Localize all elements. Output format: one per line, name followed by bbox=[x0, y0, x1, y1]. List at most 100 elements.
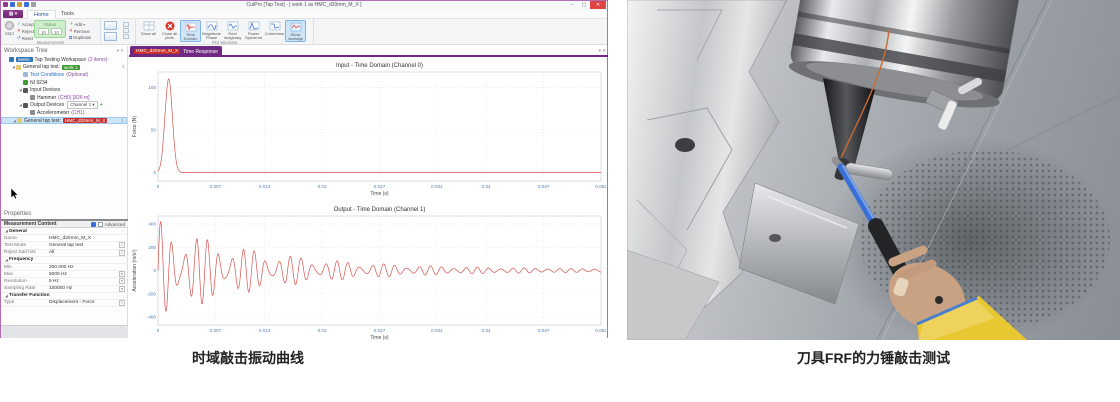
power-spectrum-button[interactable]: Power Spectrum bbox=[243, 20, 264, 42]
ribbon-tab-home[interactable]: Home bbox=[27, 10, 56, 19]
plot-button-label: Coherence bbox=[264, 32, 285, 36]
x-tick-label: 0.047 bbox=[538, 328, 550, 333]
property-value[interactable]: General tap test bbox=[49, 243, 119, 248]
layout-option-icon[interactable] bbox=[123, 34, 129, 39]
edit-button[interactable]: ▪ bbox=[119, 250, 125, 256]
dropdown-icon[interactable]: ▾ bbox=[119, 271, 125, 277]
property-section-transfer-function[interactable]: ◢Transfer Function bbox=[1, 293, 128, 300]
tree-item-badge: work 1 bbox=[62, 65, 80, 70]
tree-item-output-devices[interactable]: ◢Output DevicesChannel 1 ▾+ bbox=[1, 102, 127, 110]
property-section-frequency[interactable]: ◢Frequency bbox=[1, 257, 128, 264]
status-count-total[interactable]: 10 bbox=[51, 28, 62, 35]
show-all-button[interactable]: Show all bbox=[138, 20, 159, 42]
tree-item-label: Output Devices bbox=[30, 102, 64, 108]
property-row-reject-bad-hits: Reject bad hitsAll▪ bbox=[1, 250, 128, 257]
real-imaginary-icon bbox=[227, 21, 239, 31]
edit-button[interactable]: ▪ bbox=[119, 242, 125, 248]
save-measurement-icon[interactable] bbox=[91, 222, 96, 227]
accel-icon bbox=[30, 110, 35, 115]
remove-button[interactable]: ✕Remove bbox=[69, 28, 91, 34]
tree-item-label: Test Conditions bbox=[30, 72, 64, 78]
edit-button[interactable]: ▪ bbox=[119, 300, 125, 306]
property-value[interactable]: All bbox=[49, 250, 119, 255]
x-tick-label: 0 bbox=[157, 328, 160, 333]
dropdown-icon[interactable]: ▾ bbox=[119, 286, 125, 292]
tree-item-label: General tap test: bbox=[24, 118, 61, 124]
property-value[interactable]: 5000 Hz bbox=[49, 272, 119, 277]
magnitude-phase-button[interactable]: Magnitude Phase bbox=[201, 20, 222, 42]
dropdown-icon[interactable]: ▾ bbox=[119, 278, 125, 284]
tree-item-hammer[interactable]: Hammer(CH0) [826 m] bbox=[1, 94, 127, 102]
layout-option-icon[interactable] bbox=[123, 22, 129, 27]
add-channel-icon[interactable]: + bbox=[100, 102, 103, 108]
tile-windows-icon[interactable] bbox=[104, 32, 117, 41]
add-button[interactable]: ＋Add▾ bbox=[69, 21, 91, 27]
cascade-windows-icon[interactable] bbox=[104, 21, 117, 30]
eject-icon[interactable]: ⇕ bbox=[120, 118, 124, 124]
property-row-sampling-rate: Sampling Rate100000 Hz▾ bbox=[1, 286, 128, 293]
minimize-button[interactable]: – bbox=[566, 1, 578, 9]
time-domain-icon bbox=[185, 22, 197, 32]
chart-svg: Output - Time Domain (Channel 1)00.0070.… bbox=[130, 203, 606, 342]
start-button[interactable]: Start bbox=[3, 21, 16, 36]
real-imaginary-button[interactable]: Real Imaginary bbox=[222, 20, 243, 42]
tree-item-ni-9234[interactable]: NI 9234 bbox=[1, 79, 127, 87]
chart-title: Output - Time Domain (Channel 1) bbox=[334, 207, 426, 213]
magnitude-phase-icon bbox=[206, 21, 218, 31]
tree-item-accelerometer[interactable]: Accelerometer(CH1) bbox=[1, 109, 127, 117]
app-menu-button[interactable]: ▦ ▾ bbox=[3, 10, 23, 18]
show-average-button[interactable]: Show Average bbox=[285, 20, 306, 42]
y-axis-label: Force (N) bbox=[132, 116, 138, 137]
time-domain-button[interactable]: Time Domain bbox=[180, 20, 201, 42]
property-value[interactable]: 200.000 Hz bbox=[49, 265, 125, 270]
input-time-domain-chart: Input - Time Domain (Channel 0)00.0070.0… bbox=[130, 59, 606, 203]
property-label: Reject bad hits bbox=[4, 250, 49, 255]
tree-item-tap-testing-workspace[interactable]: MetricTap Testing Workspace(2 items) bbox=[1, 56, 127, 64]
tree-item-label: Tap Testing Workspace bbox=[35, 57, 87, 63]
advanced-checkbox[interactable] bbox=[98, 222, 103, 227]
tree-item-general-tap-test[interactable]: ◢General tap test:work 1⇕ bbox=[1, 64, 127, 72]
tab-time-response[interactable]: HMC_d20mm_M_X Time Response bbox=[130, 46, 222, 57]
layout-option-icon[interactable] bbox=[123, 28, 129, 33]
x-tick-label: 0.034 bbox=[431, 328, 443, 333]
section-label: General bbox=[9, 229, 27, 234]
plot-windows-group: Show allClose all plotsTime DomainMagnit… bbox=[136, 19, 314, 45]
property-value[interactable]: Displacement - Force bbox=[49, 300, 119, 305]
tree-item-badge: Metric bbox=[16, 57, 33, 62]
maximize-button[interactable]: ▢ bbox=[578, 1, 590, 9]
coherence-button[interactable]: Coherence bbox=[264, 20, 285, 42]
tree-item-general-tap-test[interactable]: ◢General tap test:HMC_d20mm_M_X⇕ bbox=[1, 117, 127, 125]
property-value[interactable]: HMC_d20mm_M_X bbox=[49, 236, 125, 241]
tree-item-test-conditions[interactable]: Test Conditions(Optional) bbox=[1, 71, 127, 79]
property-section-general[interactable]: ◢General bbox=[1, 228, 128, 235]
property-value[interactable]: 5 Hz bbox=[49, 279, 119, 284]
status-label: Status bbox=[35, 22, 65, 27]
x-tick-label: 0.02 bbox=[318, 328, 327, 333]
status-count-done[interactable]: 10 bbox=[38, 28, 49, 35]
cutpro-window: CutPro [Tap Test] - [ work 1 as HMC_d20m… bbox=[0, 0, 608, 338]
x-tick-label: 0.054 bbox=[595, 328, 606, 333]
y-tick-label: 50 bbox=[151, 128, 157, 133]
caption-left: 时域敲击振动曲线 bbox=[0, 348, 496, 368]
property-value[interactable]: 100000 Hz bbox=[49, 286, 119, 291]
accept-button[interactable]: ✓Accept bbox=[17, 21, 35, 27]
section-label: Frequency bbox=[9, 257, 33, 262]
accept-check-icon: ✓ bbox=[17, 21, 21, 27]
close-all-button[interactable]: Close all plots bbox=[159, 20, 180, 42]
channel-selector[interactable]: Channel 1 ▾ bbox=[67, 101, 98, 109]
tree-item-input-devices[interactable]: ◢Input Devices bbox=[1, 86, 127, 94]
doc-icon bbox=[23, 72, 28, 77]
tree-item-suffix: (CH1) bbox=[71, 110, 84, 116]
property-label: Test Mode bbox=[4, 243, 49, 248]
sidebar-footer bbox=[1, 325, 128, 338]
eject-icon[interactable]: ⇕ bbox=[121, 64, 125, 70]
workspace-panel-icons[interactable]: ▾ ✕ bbox=[117, 48, 124, 54]
doc-tab-strip-icons[interactable]: ▾ ✕ bbox=[599, 48, 606, 54]
document-area: HMC_d20mm_M_X Time Response ▾ ✕ Input - … bbox=[129, 46, 608, 338]
close-button[interactable]: ✕ bbox=[590, 1, 606, 9]
section-label: Transfer Function bbox=[9, 293, 50, 298]
ribbon-tab-tools[interactable]: Tools bbox=[55, 10, 80, 19]
reject-button[interactable]: ✕Reject bbox=[17, 28, 35, 34]
doc-tab-label: Time Response bbox=[183, 49, 218, 55]
chart-svg: Input - Time Domain (Channel 0)00.0070.0… bbox=[130, 59, 606, 198]
